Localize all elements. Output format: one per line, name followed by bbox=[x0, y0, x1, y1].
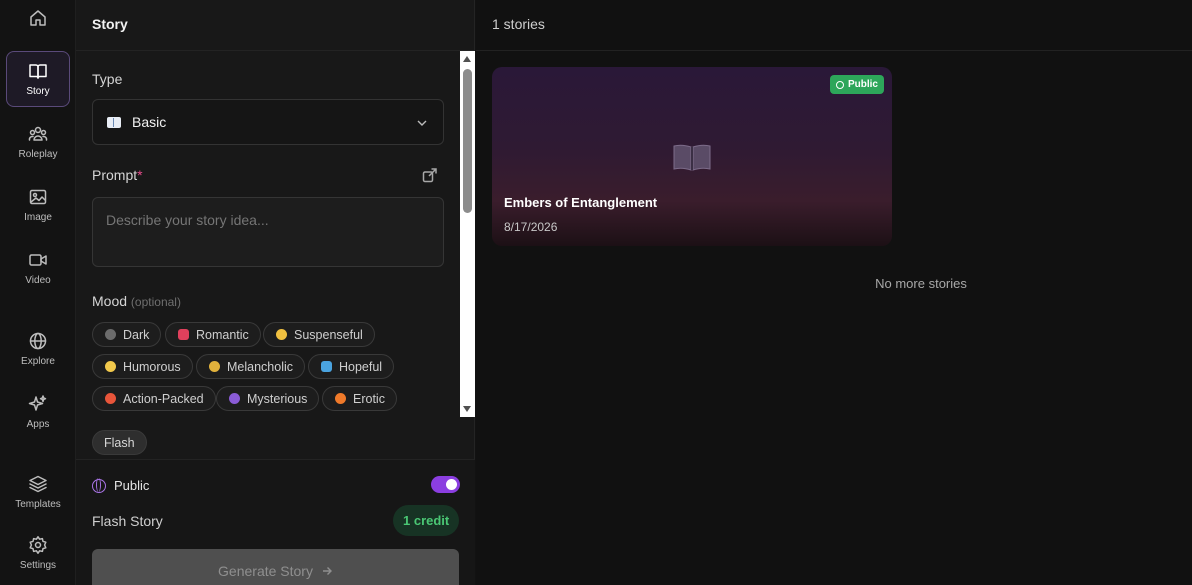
mood-chip-erotic[interactable]: Erotic bbox=[322, 386, 397, 411]
globe-icon bbox=[29, 332, 47, 350]
sad-face-emoji-icon bbox=[209, 361, 220, 372]
nav-item-label: Templates bbox=[15, 499, 61, 510]
nav-item-apps[interactable]: Apps bbox=[6, 384, 70, 440]
mood-label: Mood (optional) bbox=[92, 293, 181, 309]
generate-story-button[interactable]: Generate Story bbox=[92, 549, 459, 585]
nav-item-label: Apps bbox=[26, 419, 50, 430]
dark-emoji-icon bbox=[105, 329, 116, 340]
scroll-up-arrow-icon[interactable] bbox=[463, 56, 471, 62]
image-icon bbox=[29, 189, 47, 205]
mood-chip-label: Suspenseful bbox=[294, 327, 363, 342]
mood-chip-label: Mysterious bbox=[247, 391, 308, 406]
visibility-badge-label: Public bbox=[847, 79, 878, 90]
gear-icon bbox=[29, 536, 47, 554]
side-nav-rail: Story Roleplay Image Video Explore Apps … bbox=[0, 0, 76, 585]
mood-chip-label: Erotic bbox=[353, 391, 385, 406]
story-title: Embers of Entanglement bbox=[504, 195, 658, 210]
type-label: Type bbox=[92, 71, 123, 87]
mood-chip-label: Humorous bbox=[123, 359, 181, 374]
mood-chip-melancholic[interactable]: Melancholic bbox=[196, 354, 306, 379]
stories-area: 1 stories Public Embers of Entanglement … bbox=[476, 0, 1192, 585]
panel-title: Story bbox=[76, 0, 474, 51]
mood-label-text: Mood bbox=[92, 293, 128, 309]
book-open-icon bbox=[29, 64, 47, 79]
globe-icon bbox=[92, 478, 106, 493]
anxious-face-emoji-icon bbox=[276, 329, 287, 340]
flash-chip[interactable]: Flash bbox=[92, 430, 147, 455]
nav-item-label: Roleplay bbox=[18, 149, 58, 160]
laughing-face-emoji-icon bbox=[105, 361, 116, 372]
users-icon bbox=[28, 126, 48, 141]
story-form-panel: Story Type Basic Prompt* Mood (optional)… bbox=[76, 0, 475, 585]
layers-icon bbox=[29, 475, 47, 493]
mood-chip-romantic[interactable]: Romantic bbox=[165, 322, 261, 347]
prompt-label-text: Prompt bbox=[92, 167, 138, 183]
mood-chip-humorous[interactable]: Humorous bbox=[92, 354, 193, 379]
nav-item-label: Settings bbox=[19, 560, 57, 571]
prompt-textarea[interactable] bbox=[92, 197, 444, 267]
mood-chip-label: Melancholic bbox=[227, 359, 294, 374]
chevron-down-icon bbox=[417, 120, 427, 126]
prompt-label: Prompt* bbox=[92, 167, 143, 183]
globe-icon bbox=[835, 80, 844, 89]
nav-item-explore[interactable]: Explore bbox=[6, 321, 70, 377]
nav-item-label: Video bbox=[25, 275, 51, 286]
nav-item-label: Story bbox=[26, 86, 50, 97]
stories-count: 1 stories bbox=[476, 0, 1192, 51]
flash-story-label: Flash Story bbox=[92, 513, 163, 529]
required-marker: * bbox=[137, 167, 143, 183]
generate-footer: Public Flash Story 1 credit Generate Sto… bbox=[76, 459, 475, 585]
type-select[interactable]: Basic bbox=[92, 99, 444, 145]
panel-scrollbar[interactable] bbox=[460, 51, 475, 417]
heart-emoji-icon bbox=[178, 329, 189, 340]
crystal-ball-emoji-icon bbox=[229, 393, 240, 404]
end-of-list-text: No more stories bbox=[875, 276, 967, 291]
nav-item-settings[interactable]: Settings bbox=[6, 525, 70, 581]
explosion-emoji-icon bbox=[105, 393, 116, 404]
mood-chip-action-packed[interactable]: Action-Packed bbox=[92, 386, 216, 411]
nav-item-video[interactable]: Video bbox=[6, 240, 70, 296]
nav-item-image[interactable]: Image bbox=[6, 177, 70, 233]
person-emoji-icon bbox=[321, 361, 332, 372]
open-book-icon bbox=[673, 144, 711, 171]
public-toggle[interactable] bbox=[431, 476, 460, 493]
public-setting: Public bbox=[92, 478, 149, 493]
story-date: 8/17/2026 bbox=[504, 220, 558, 234]
optional-marker: (optional) bbox=[130, 295, 181, 309]
nav-item-story[interactable]: Story bbox=[6, 51, 70, 107]
nav-item-roleplay[interactable]: Roleplay bbox=[6, 114, 70, 170]
visibility-badge: Public bbox=[829, 75, 884, 94]
mood-chip-dark[interactable]: Dark bbox=[92, 322, 162, 347]
home-icon[interactable] bbox=[28, 8, 48, 28]
story-card[interactable]: Public Embers of Entanglement 8/17/2026 bbox=[492, 67, 892, 246]
sparkles-icon bbox=[28, 395, 47, 411]
scrollbar-thumb[interactable] bbox=[463, 69, 472, 213]
arrow-right-icon bbox=[322, 567, 332, 575]
type-select-value: Basic bbox=[132, 114, 167, 130]
video-camera-icon bbox=[29, 254, 47, 266]
nav-item-label: Image bbox=[24, 212, 52, 223]
mood-chip-mysterious[interactable]: Mysterious bbox=[216, 386, 320, 411]
scroll-down-arrow-icon[interactable] bbox=[463, 406, 471, 412]
open-book-emoji-icon bbox=[107, 116, 121, 128]
public-label: Public bbox=[114, 478, 150, 493]
mood-chip-hopeful[interactable]: Hopeful bbox=[308, 354, 395, 379]
nav-item-label: Explore bbox=[21, 356, 55, 367]
mood-chip-label: Romantic bbox=[196, 327, 249, 342]
fire-emoji-icon bbox=[335, 393, 346, 404]
generate-story-label: Generate Story bbox=[218, 563, 313, 579]
mood-chip-label: Action-Packed bbox=[123, 391, 204, 406]
mood-chip-label: Hopeful bbox=[339, 359, 383, 374]
external-link-icon[interactable] bbox=[421, 166, 439, 184]
nav-item-templates[interactable]: Templates bbox=[6, 464, 70, 520]
credit-badge: 1 credit bbox=[393, 505, 460, 536]
mood-chip-suspenseful[interactable]: Suspenseful bbox=[263, 322, 375, 347]
mood-chip-label: Dark bbox=[123, 327, 150, 342]
